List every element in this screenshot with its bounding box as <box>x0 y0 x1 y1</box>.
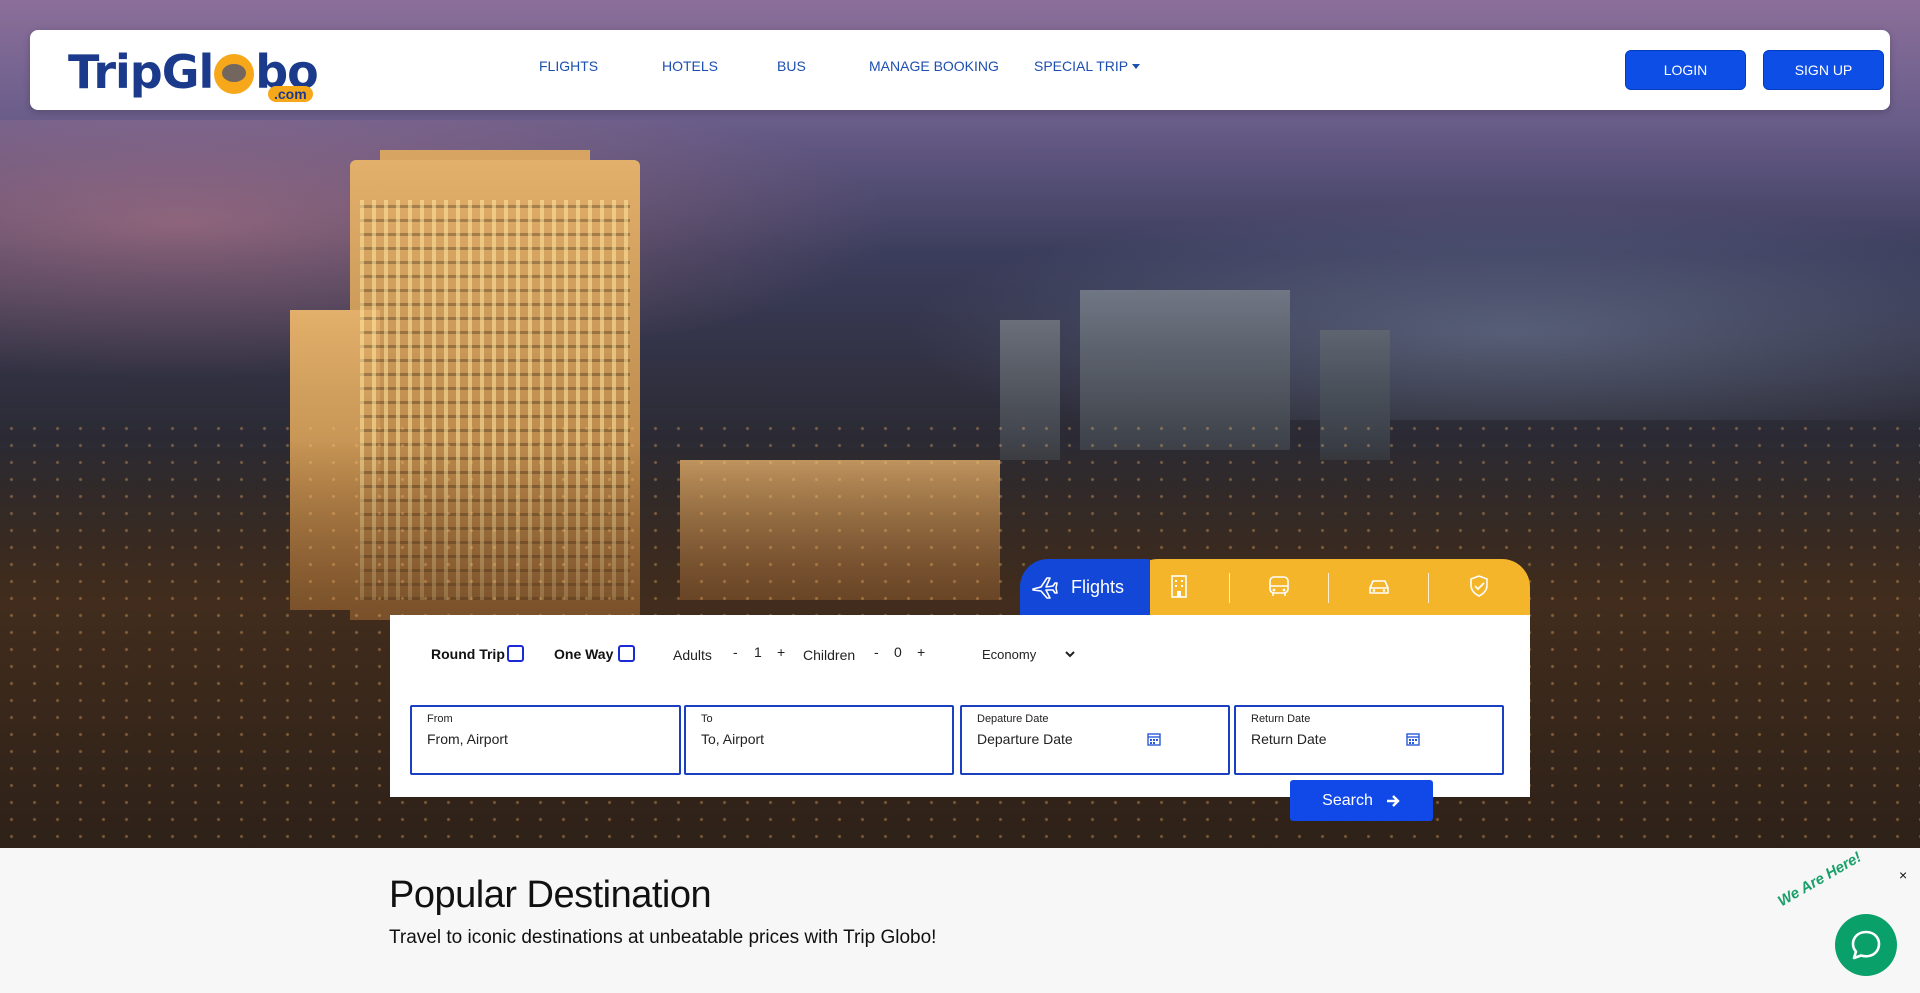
search-button[interactable]: Search <box>1290 780 1433 821</box>
return-date-label: Return Date <box>1251 713 1311 725</box>
nav-flights[interactable]: FLIGHTS <box>539 58 598 74</box>
caret-down-icon <box>1132 64 1141 69</box>
nav-manage-booking[interactable]: MANAGE BOOKING <box>869 58 999 74</box>
children-increment[interactable]: + <box>917 644 925 660</box>
to-field-value: To, Airport <box>701 731 765 747</box>
to-field[interactable]: To To, Airport <box>684 705 954 775</box>
tab-divider <box>1428 573 1429 603</box>
children-count: 0 <box>894 644 902 660</box>
insurance-shield-icon[interactable] <box>1464 571 1494 601</box>
tab-flights-label: Flights <box>1071 576 1125 597</box>
car-icon[interactable] <box>1364 571 1394 601</box>
departure-date-field[interactable]: Depature Date Departure Date <box>960 705 1230 775</box>
return-date-value: Return Date <box>1251 731 1327 747</box>
hotel-icon[interactable] <box>1164 571 1194 601</box>
departure-date-label: Depature Date <box>977 713 1049 725</box>
top-navbar: TripGl bo .com FLIGHTS HOTELS BUS MANAGE … <box>30 30 1890 110</box>
cabin-class-select[interactable]: Economy <box>978 642 1078 666</box>
one-way-label: One Way <box>554 646 614 662</box>
round-trip-checkbox[interactable] <box>507 645 524 662</box>
calendar-icon[interactable] <box>1406 732 1420 746</box>
nav-special-trip[interactable]: SPECIAL TRIP <box>1034 58 1141 74</box>
adults-label: Adults <box>673 647 712 663</box>
tab-divider <box>1229 573 1230 603</box>
chat-bubble-icon <box>1851 930 1881 960</box>
nav-bus[interactable]: BUS <box>777 58 806 74</box>
adults-decrement[interactable]: - <box>733 644 738 660</box>
arrow-right-icon <box>1386 794 1400 807</box>
section-title: Popular Destination <box>389 874 712 916</box>
children-label: Children <box>803 647 856 663</box>
popular-destination-section: Popular Destination Travel to iconic des… <box>0 848 1920 993</box>
signup-button[interactable]: SIGN UP <box>1763 50 1884 90</box>
to-field-label: To <box>701 713 713 725</box>
one-way-checkbox[interactable] <box>618 645 635 662</box>
chat-widget-button[interactable] <box>1835 914 1897 976</box>
adults-increment[interactable]: + <box>777 644 785 660</box>
login-button[interactable]: LOGIN <box>1625 50 1746 90</box>
departure-date-value: Departure Date <box>977 731 1073 747</box>
search-button-label: Search <box>1322 791 1373 809</box>
from-field-label: From <box>427 713 453 725</box>
tab-flights[interactable]: Flights <box>1020 559 1150 615</box>
from-field-value: From, Airport <box>427 731 508 747</box>
children-decrement[interactable]: - <box>874 644 879 660</box>
nav-special-trip-label: SPECIAL TRIP <box>1034 58 1129 74</box>
nav-hotels[interactable]: HOTELS <box>662 58 718 74</box>
flight-search-panel: Round Trip One Way Adults - 1 + Children… <box>390 615 1530 797</box>
bus-icon[interactable] <box>1264 571 1294 601</box>
return-date-field[interactable]: Return Date Return Date <box>1234 705 1504 775</box>
tab-divider <box>1328 573 1329 603</box>
airplane-icon <box>1032 577 1058 599</box>
from-field[interactable]: From From, Airport <box>410 705 681 775</box>
round-trip-label: Round Trip <box>431 646 505 662</box>
main-nav: FLIGHTS HOTELS BUS MANAGE BOOKING SPECIA… <box>30 30 1890 110</box>
section-subtitle: Travel to iconic destinations at unbeata… <box>389 927 937 948</box>
calendar-icon[interactable] <box>1147 732 1161 746</box>
adults-count: 1 <box>754 644 762 660</box>
chat-close-icon[interactable]: × <box>1899 868 1913 882</box>
